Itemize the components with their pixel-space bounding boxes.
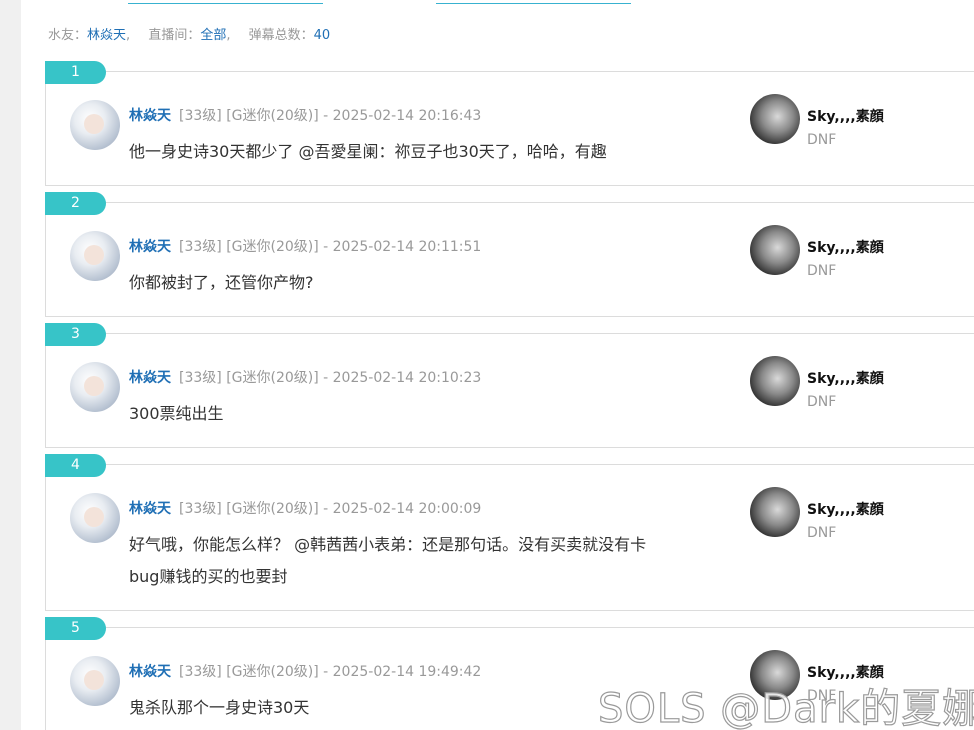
comment-meta-info: [33级] [G迷你(20级)] - 2025-02-14 19:49:42 [179, 664, 482, 680]
user-avatar[interactable] [70, 100, 120, 150]
left-gutter [0, 0, 21, 730]
comment-meta-info: [33级] [G迷你(20级)] - 2025-02-14 20:16:43 [179, 108, 482, 124]
comment-username[interactable]: 林焱天 [129, 501, 171, 517]
comment-meta: 林焱天 [33级] [G迷你(20级)] - 2025-02-14 20:16:4… [129, 105, 481, 125]
comment-text: 他一身史诗30天都少了 @吾愛星阑：祢豆子也30天了，哈哈，有趣 [129, 142, 607, 161]
anchor-category: DNF [807, 132, 837, 148]
comment-meta: 林焱天 [33级] [G迷你(20级)] - 2025-02-14 20:00:0… [129, 498, 481, 518]
comment-username[interactable]: 林焱天 [129, 370, 171, 386]
comment-meta-info: [33级] [G迷你(20级)] - 2025-02-14 20:00:09 [179, 501, 482, 517]
comment-meta: 林焱天 [33级] [G迷你(20级)] - 2025-02-14 20:10:2… [129, 367, 481, 387]
comment-index-badge: 2 [45, 192, 106, 215]
comment-text: 好气哦，你能怎么样？ @韩茜茜小表弟：还是那句话。没有买卖就没有卡bug赚钱的买… [129, 535, 647, 586]
comment-text: 你都被封了，还管你产物? [129, 273, 314, 292]
filter-count-value: 40 [313, 28, 331, 43]
anchor-category: DNF [807, 525, 837, 541]
watermark: SOLS @Dark的夏娜 [597, 685, 974, 730]
comment-card: 3 林焱天 [33级] [G迷你(20级)] - 2025-02-14 20:10… [45, 323, 974, 448]
anchor-name[interactable]: Sky,,,,素顔 [807, 106, 884, 126]
filter-user-link[interactable]: 林焱天 [87, 28, 126, 43]
filter-summary: 水友：林焱天, 直播间：全部, 弹幕总数：40 [48, 24, 330, 43]
comment-text: 鬼杀队那个一身史诗30天 [129, 698, 310, 717]
anchor-avatar[interactable] [750, 356, 800, 406]
user-avatar[interactable] [70, 231, 120, 281]
filter-separator: , [226, 28, 231, 43]
anchor-avatar[interactable] [750, 225, 800, 275]
comment-index-badge: 3 [45, 323, 106, 346]
comment-username[interactable]: 林焱天 [129, 239, 171, 255]
tab-underline-left [128, 3, 323, 4]
user-avatar[interactable] [70, 493, 120, 543]
comment-card: 1 林焱天 [33级] [G迷你(20级)] - 2025-02-14 20:16… [45, 61, 974, 186]
anchor-avatar[interactable] [750, 487, 800, 537]
anchor-category: DNF [807, 394, 837, 410]
filter-separator: , [126, 28, 131, 43]
anchor-category: DNF [807, 263, 837, 279]
comment-index-badge: 1 [45, 61, 106, 84]
filter-room-link[interactable]: 全部 [200, 28, 226, 43]
filter-user-label: 水友： [48, 28, 88, 43]
filter-count-label: 弹幕总数： [248, 28, 314, 43]
user-avatar[interactable] [70, 362, 120, 412]
filter-room-label: 直播间： [148, 28, 201, 43]
comment-meta-info: [33级] [G迷你(20级)] - 2025-02-14 20:11:51 [179, 239, 482, 255]
anchor-avatar[interactable] [750, 94, 800, 144]
comment-username[interactable]: 林焱天 [129, 108, 171, 124]
comment-username[interactable]: 林焱天 [129, 664, 171, 680]
user-avatar[interactable] [70, 656, 120, 706]
comment-card: 4 林焱天 [33级] [G迷你(20级)] - 2025-02-14 20:00… [45, 454, 974, 611]
comment-meta-info: [33级] [G迷你(20级)] - 2025-02-14 20:10:23 [179, 370, 482, 386]
anchor-name[interactable]: Sky,,,,素顔 [807, 499, 884, 519]
comment-card: 2 林焱天 [33级] [G迷你(20级)] - 2025-02-14 20:11… [45, 192, 974, 317]
comment-meta: 林焱天 [33级] [G迷你(20级)] - 2025-02-14 19:49:4… [129, 661, 481, 681]
comment-meta: 林焱天 [33级] [G迷你(20级)] - 2025-02-14 20:11:5… [129, 236, 481, 256]
anchor-name[interactable]: Sky,,,,素顔 [807, 368, 884, 388]
comment-index-badge: 5 [45, 617, 106, 640]
comment-index-badge: 4 [45, 454, 106, 477]
comment-text: 300票纯出生 [129, 404, 224, 423]
anchor-name[interactable]: Sky,,,,素顔 [807, 237, 884, 257]
tab-underline-right [436, 3, 631, 4]
